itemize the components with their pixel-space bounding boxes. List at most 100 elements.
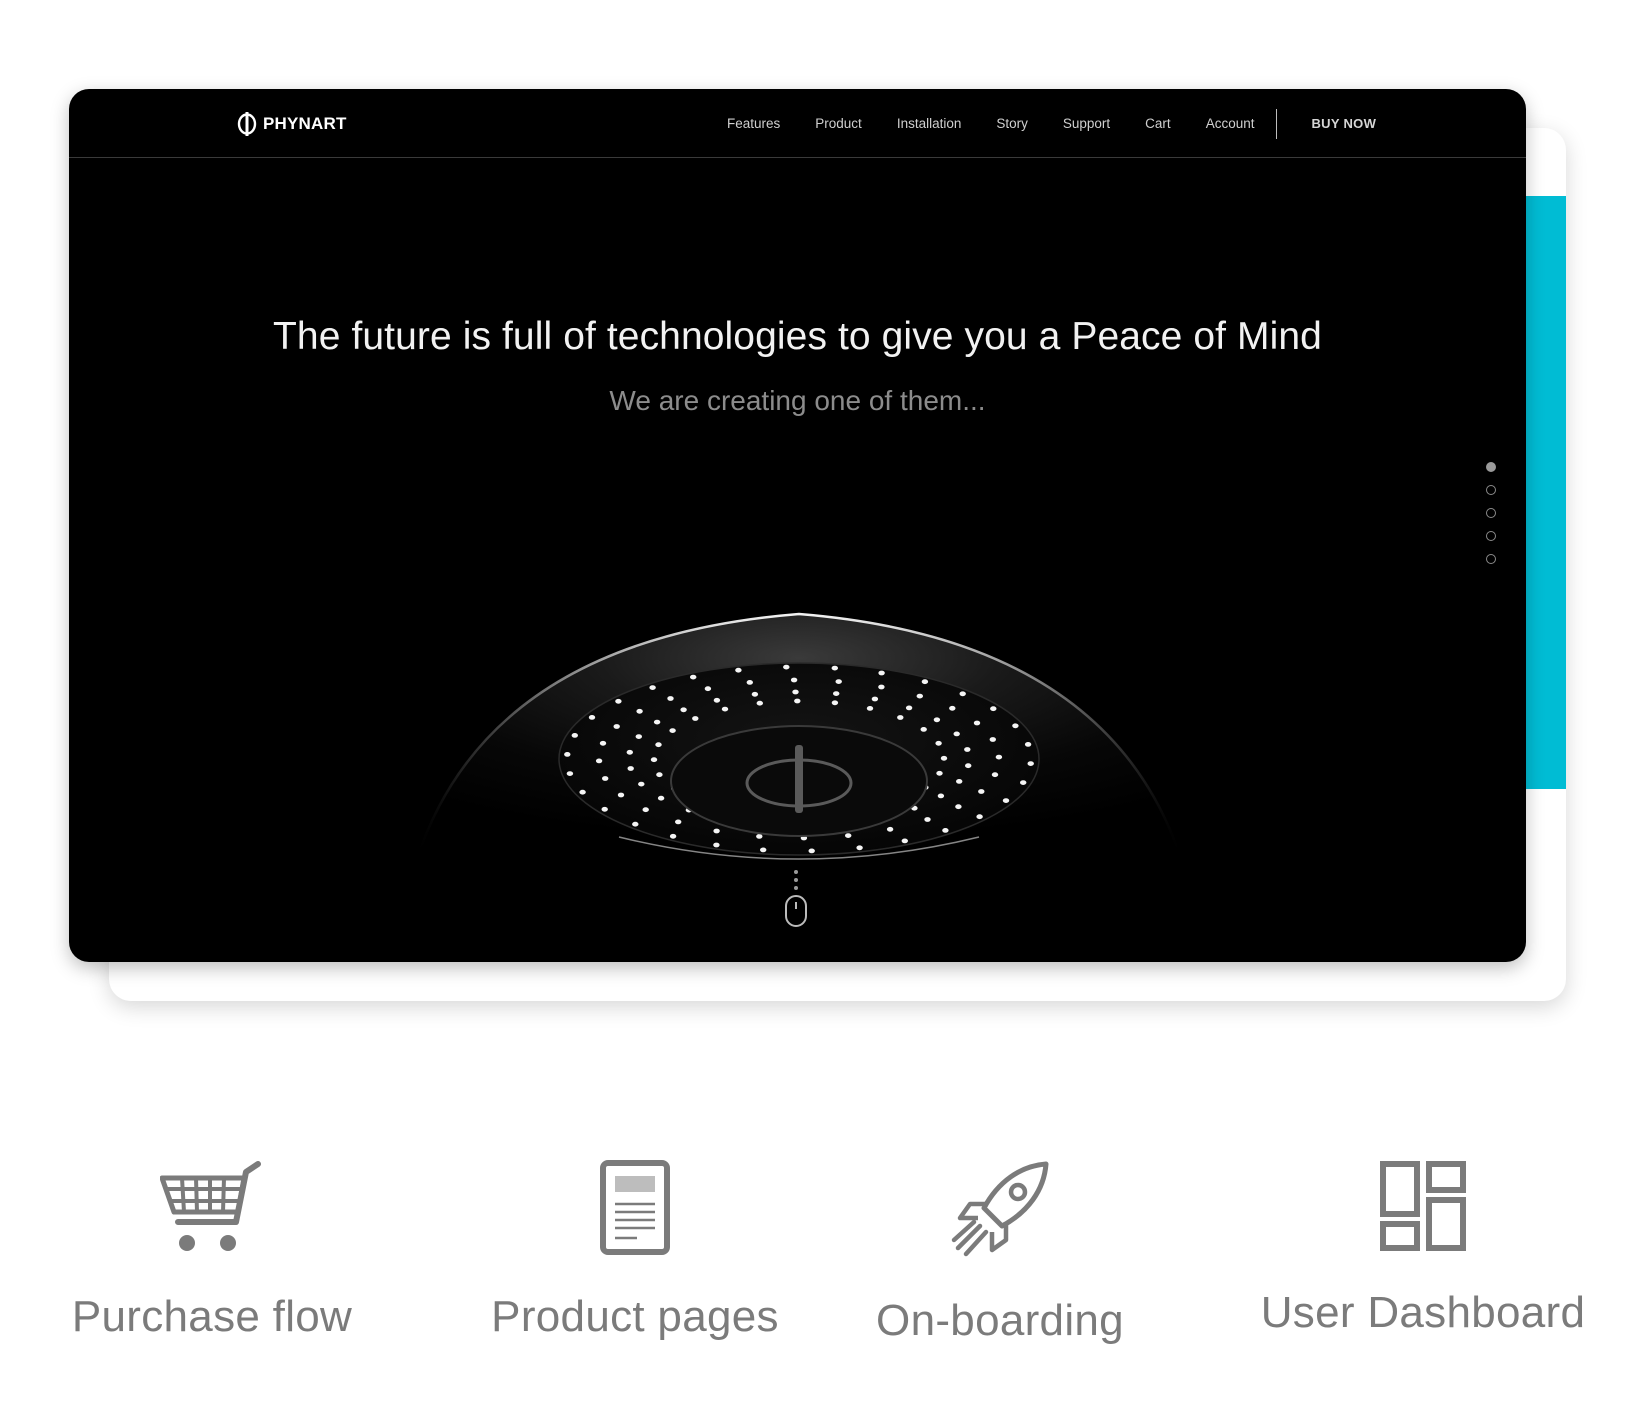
nav-item-story[interactable]: Story [996, 116, 1028, 131]
perforation-dot [956, 779, 963, 784]
perforation-dot [601, 806, 608, 812]
brand-logo[interactable]: PHYNART [237, 111, 347, 137]
perforation-dot [794, 698, 801, 704]
perforation-dot [656, 772, 663, 778]
perforation-dot [602, 776, 609, 781]
perforation-dot [940, 755, 948, 761]
shopping-cart-icon [160, 1161, 261, 1251]
perforation-dot [856, 845, 863, 851]
feature-purchase-flow[interactable]: Purchase flow [62, 1160, 362, 1342]
perforation-dot [653, 719, 661, 725]
feature-label: Purchase flow [71, 1292, 353, 1341]
perforation-dot [783, 664, 790, 670]
perforation-dot [626, 749, 633, 755]
slide-dot-1[interactable] [1486, 462, 1496, 472]
perforation-dot [933, 717, 941, 723]
perforation-dot [669, 833, 677, 839]
perforation-dot [964, 747, 971, 752]
nav-item-product[interactable]: Product [815, 116, 862, 131]
perforation-dot [897, 715, 904, 720]
perforation-dot [636, 708, 643, 714]
slide-dot-4[interactable] [1486, 531, 1496, 541]
slide-dot-2[interactable] [1486, 485, 1496, 495]
perforation-dot [995, 754, 1003, 760]
feature-row: Purchase flow Product pages On-boarding [0, 1160, 1627, 1380]
perforation-dot [990, 706, 997, 712]
perforation-dot [669, 728, 676, 733]
perforation-dot [833, 691, 840, 696]
feature-user-dashboard[interactable]: User Dashboard [1258, 1160, 1588, 1338]
perforation-dot [953, 731, 960, 737]
document-page-icon [600, 1160, 670, 1255]
perforation-dot [866, 706, 874, 711]
perforation-dot [886, 826, 894, 832]
perforation-dot [649, 685, 656, 690]
website-screen: PHYNART Features Product Installation St… [69, 89, 1526, 962]
hero-subtitle: We are creating one of them... [609, 385, 986, 416]
perforation-dot [735, 667, 742, 673]
perforation-dot [792, 689, 799, 695]
perforation-dot [667, 696, 674, 701]
nav-item-account[interactable]: Account [1206, 116, 1255, 131]
perforation-dot [976, 814, 983, 820]
hero-title: The future is full of technologies to gi… [273, 315, 1322, 358]
rocket-icon [951, 1161, 1049, 1257]
nav-divider [1276, 108, 1278, 139]
perforation-dot [692, 716, 699, 721]
perforation-dot [942, 828, 949, 833]
brand-name: PHYNART [263, 114, 347, 133]
perforation-dot [921, 679, 929, 685]
perforation-dot [871, 696, 879, 702]
nav-item-support[interactable]: Support [1063, 116, 1110, 131]
perforation-dot [588, 715, 596, 720]
perforation-dot [655, 742, 662, 748]
feature-product-pages[interactable]: Product pages [485, 1160, 785, 1342]
perforation-dot [831, 700, 839, 706]
perforation-dot [690, 674, 697, 680]
perforation-dot [808, 848, 815, 854]
perforation-dot [680, 707, 687, 713]
perforation-dot [901, 838, 908, 844]
nav-links: Features Product Installation Story Supp… [727, 89, 1376, 158]
perforation-dot [1020, 780, 1027, 785]
perforation-dot [579, 789, 586, 795]
nav-item-features[interactable]: Features [727, 116, 780, 131]
perforation-dot [973, 720, 981, 726]
perforation-dot [1024, 742, 1032, 747]
perforation-dot [657, 795, 665, 801]
nav-item-cart[interactable]: Cart [1145, 116, 1171, 131]
perforation-dot [713, 842, 720, 848]
perforation-dot [949, 705, 956, 711]
perforation-dot [713, 697, 721, 703]
perforation-dot [721, 706, 729, 712]
perforation-dot [650, 757, 658, 763]
nav-item-installation[interactable]: Installation [897, 116, 962, 131]
perforation-dot [613, 724, 620, 729]
perforation-dot [845, 833, 852, 838]
perforation-dot [1002, 798, 1010, 803]
perforation-dot [571, 733, 578, 738]
perforation-dot [638, 781, 645, 787]
perforation-dot [751, 691, 759, 697]
top-navbar: PHYNART Features Product Installation St… [69, 89, 1526, 158]
perforation-dot [989, 737, 996, 742]
perforation-dot [635, 734, 642, 739]
slide-dot-3[interactable] [1486, 508, 1496, 518]
scroll-mouse-icon[interactable] [781, 867, 811, 929]
perforation-dot [746, 680, 753, 685]
perforation-dot [920, 727, 927, 732]
perforation-dot [615, 698, 622, 704]
perforation-dot [599, 740, 607, 746]
feature-on-boarding[interactable]: On-boarding [850, 1160, 1150, 1346]
perforation-dot [835, 679, 842, 684]
buy-now-button[interactable]: BUY NOW [1311, 116, 1376, 131]
perforation-dot [566, 771, 574, 776]
phynart-logo-icon [237, 112, 257, 136]
perforation-dot [978, 789, 985, 794]
perforation-dot [675, 819, 682, 825]
perforation-dot [831, 665, 838, 671]
perforation-dot [627, 766, 634, 771]
perforation-dot [936, 770, 943, 776]
perforation-dot [713, 828, 720, 834]
slide-dot-5[interactable] [1486, 554, 1496, 564]
